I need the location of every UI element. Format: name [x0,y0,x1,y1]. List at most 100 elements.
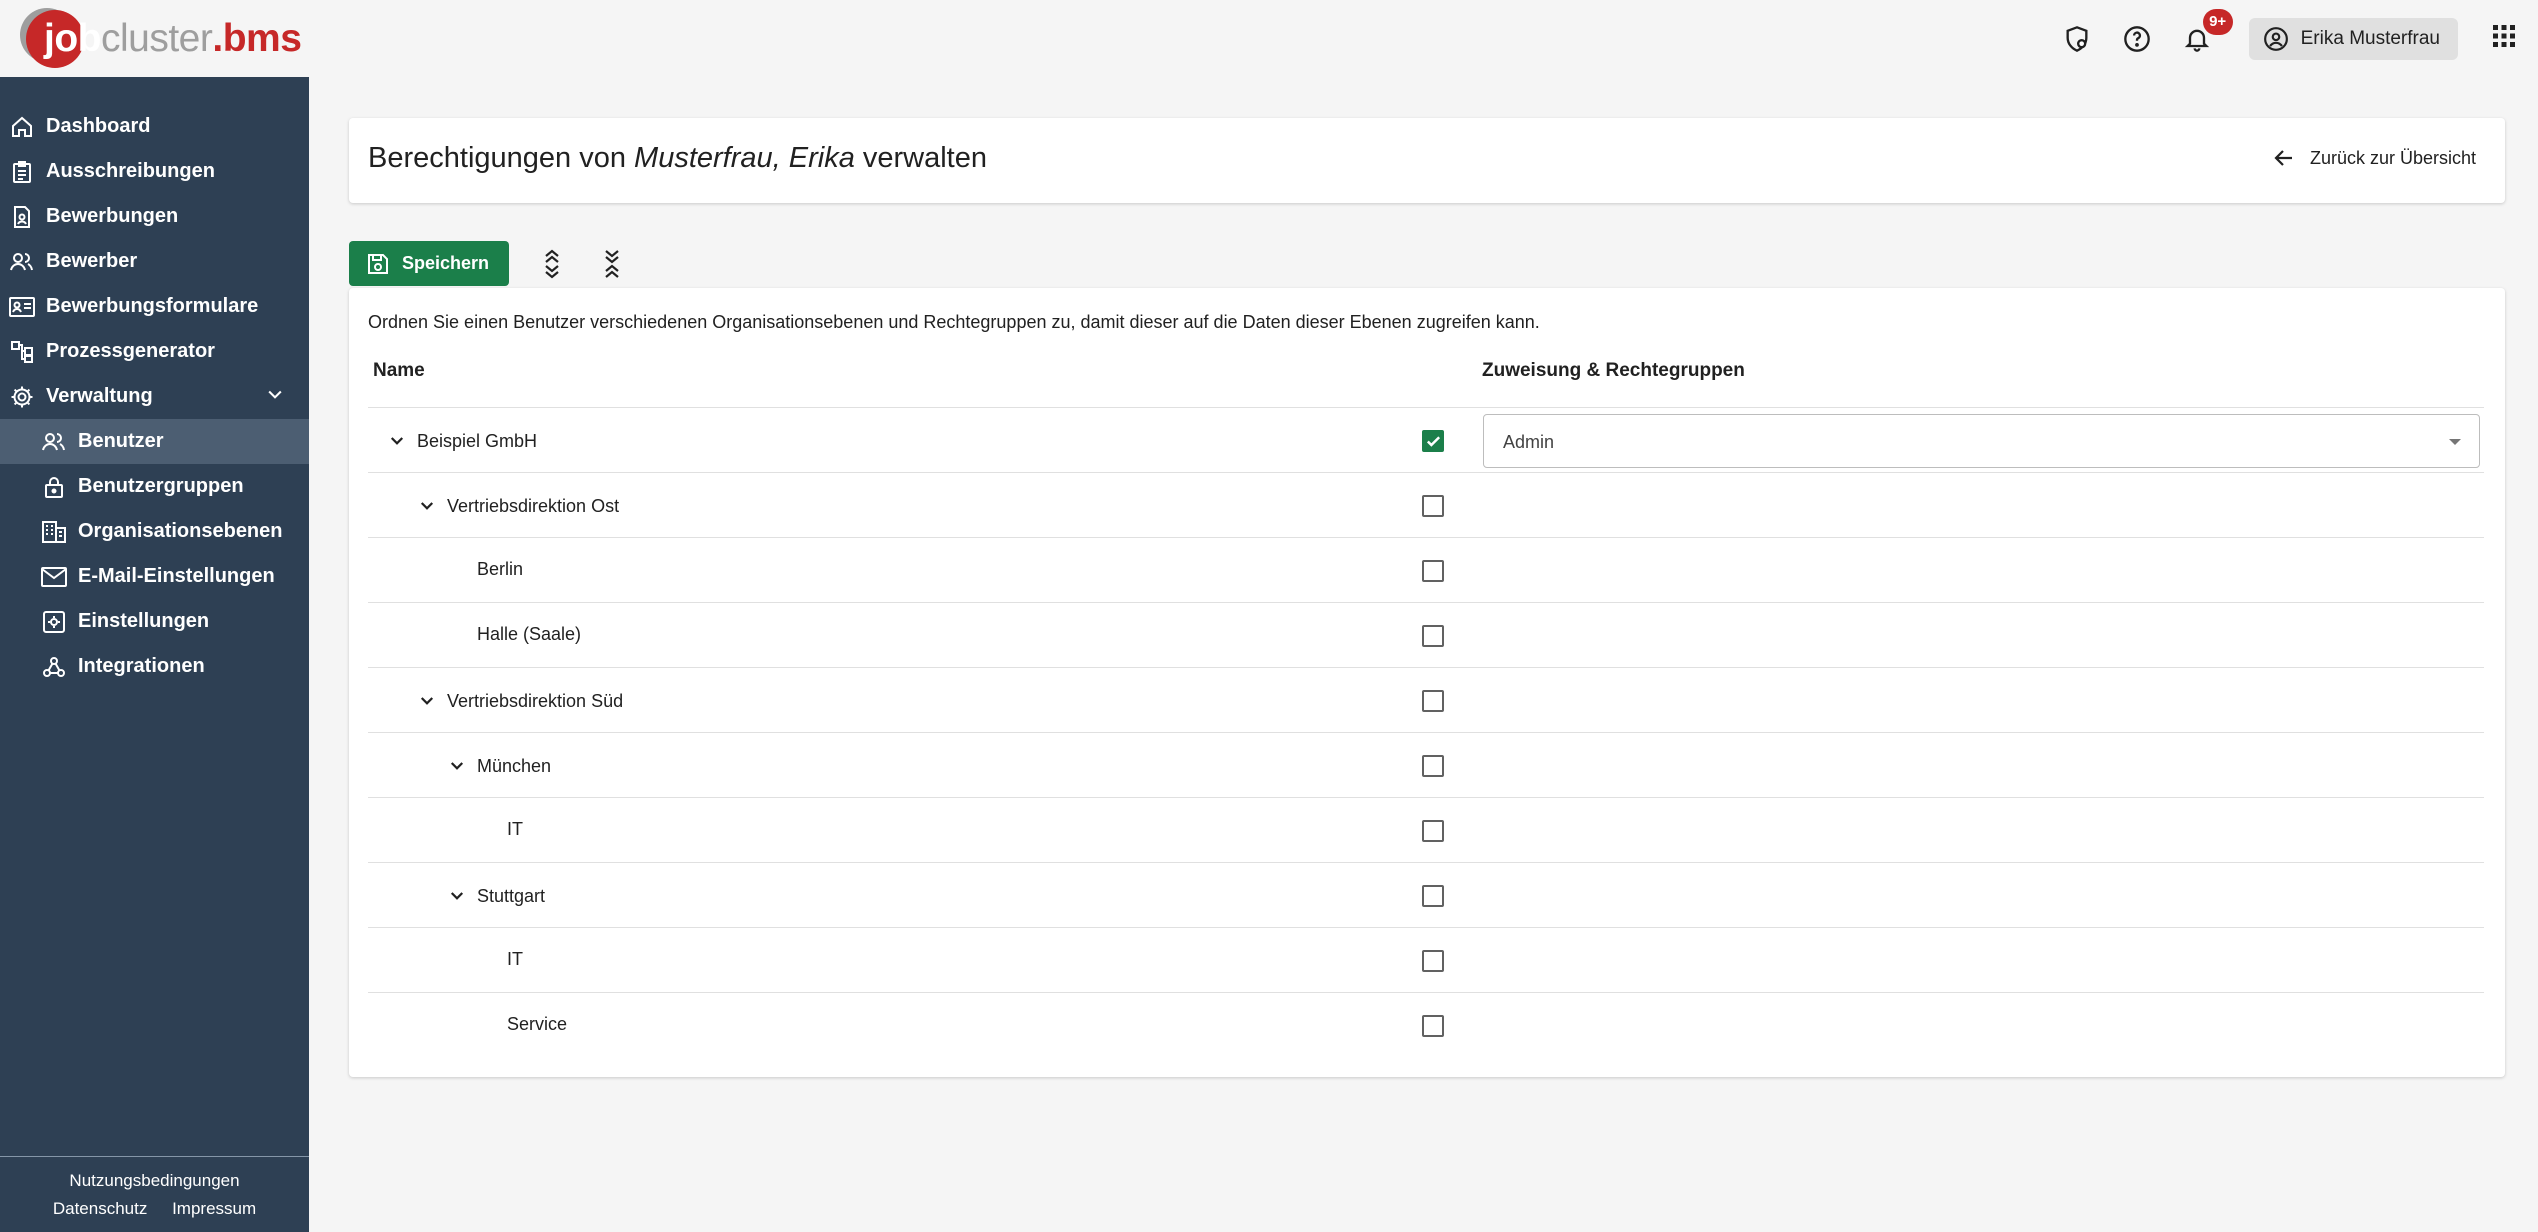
chevron-down-icon[interactable] [415,494,439,518]
table-row: IT [368,797,2484,862]
collapse-all-icon[interactable] [595,247,629,281]
assignment-checkbox[interactable] [1422,820,1444,842]
org-name: Stuttgart [477,885,546,906]
sidebar-item-label: Benutzer [78,430,164,452]
sidebar-item-email-einstellungen[interactable]: E-Mail-Einstellungen [0,554,309,599]
org-name: Vertriebsdirektion Ost [447,495,620,516]
sidebar-item-label: Prozessgenerator [46,340,215,362]
sidebar-item-label: Ausschreibungen [46,160,215,182]
flow-icon [8,338,36,366]
org-name: Vertriebsdirektion Süd [447,690,624,711]
sidebar-item-label: Einstellungen [78,610,210,632]
help-icon[interactable] [2119,21,2155,57]
sidebar-nav: Dashboard Ausschreibungen Bewerbungen Be… [0,77,309,689]
assignment-checkbox[interactable] [1422,1015,1444,1037]
back-label: Zurück zur Übersicht [2309,147,2476,168]
assignment-checkbox[interactable] [1422,495,1444,517]
role-select-value: Admin [1503,432,1555,452]
sidebar-item-label: Bewerber [46,250,138,272]
clipboard-icon [8,158,36,186]
page-title-name: Musterfrau, Erika [634,142,855,174]
logo-text-cluster: cluster [100,17,213,60]
document-user-icon [8,203,36,231]
back-to-overview-link[interactable]: Zurück zur Übersicht [2272,146,2476,170]
table-row: Stuttgart [368,862,2484,927]
role-select[interactable]: Admin [1483,414,2480,468]
apps-grid-icon[interactable] [2492,24,2516,53]
caret-down-icon [2449,439,2461,445]
users-icon [40,428,68,456]
chevron-down-icon[interactable] [445,884,469,908]
sidebar-item-bewerbungen[interactable]: Bewerbungen [0,194,309,239]
assignment-checkbox[interactable] [1422,950,1444,972]
logo-text-job: job [44,17,101,60]
logo-text-dot: . [212,17,223,60]
save-button[interactable]: Speichern [349,241,510,286]
home-icon [8,113,36,141]
user-name: Erika Musterfrau [2300,27,2440,49]
save-label: Speichern [402,253,490,273]
settings-box-icon [40,608,68,636]
assignment-checkbox[interactable] [1422,690,1444,712]
table-row: Halle (Saale) [368,602,2484,667]
page-title-card: Berechtigungen von Musterfrau, Erika ver… [349,118,2505,203]
privacy-link[interactable]: Datenschutz [53,1199,148,1218]
org-tree-table: Beispiel GmbH Admin Vertriebsdirektion O… [368,407,2484,1057]
users-icon [8,248,36,276]
id-card-icon [8,293,36,321]
chevron-down-icon[interactable] [415,689,439,713]
bell-icon[interactable]: 9+ [2179,8,2233,57]
floppy-disk-icon [368,253,388,274]
table-row: München [368,732,2484,797]
chevron-down-icon [265,384,285,410]
assignment-checkbox[interactable] [1422,560,1444,582]
permissions-card: Ordnen Sie einen Benutzer verschiedenen … [349,288,2505,1077]
chevron-down-icon[interactable] [445,754,469,778]
org-name: IT [507,949,523,969]
assignment-checkbox[interactable] [1422,885,1444,907]
sidebar-item-label: Bewerbungen [46,205,179,227]
sidebar-item-integrationen[interactable]: Integrationen [0,644,309,689]
sidebar-item-bewerber[interactable]: Bewerber [0,239,309,284]
page-title: Berechtigungen von Musterfrau, Erika ver… [368,142,987,175]
assignment-checkbox[interactable] [1422,625,1444,647]
sidebar-item-benutzer[interactable]: Benutzer [0,419,309,464]
table-row: Berlin [368,537,2484,602]
sidebar-item-verwaltung[interactable]: Verwaltung [0,374,309,419]
column-header-name: Name [373,360,425,381]
sidebar-item-ausschreibungen[interactable]: Ausschreibungen [0,149,309,194]
sidebar-item-prozessgenerator[interactable]: Prozessgenerator [0,329,309,374]
mail-icon [40,563,68,591]
assignment-checkbox[interactable] [1422,430,1444,452]
sidebar-item-label: Integrationen [78,655,205,677]
org-name: IT [507,819,523,839]
sidebar-item-label: Verwaltung [46,385,153,407]
sidebar-item-organisationsebenen[interactable]: Organisationsebenen [0,509,309,554]
column-header-assignment: Zuweisung & Rechtegruppen [1482,360,1745,381]
page-title-suffix: verwalten [854,142,987,174]
expand-all-icon[interactable] [535,247,569,281]
imprint-link[interactable]: Impressum [172,1199,256,1218]
org-name: Halle (Saale) [477,624,582,644]
shield-icon[interactable] [2059,21,2095,57]
assignment-checkbox[interactable] [1422,755,1444,777]
sidebar-item-label: Benutzergruppen [78,475,244,497]
terms-link[interactable]: Nutzungsbedingungen [69,1171,239,1190]
chevron-down-icon[interactable] [385,429,409,453]
page-title-prefix: Berechtigungen von [368,142,635,174]
table-row: IT [368,927,2484,992]
sidebar-item-bewerbungsformulare[interactable]: Bewerbungsformulare [0,284,309,329]
sidebar-item-dashboard[interactable]: Dashboard [0,104,309,149]
header-actions: 9+ Erika Musterfrau [2059,0,2538,77]
toolbar: Speichern [349,241,629,286]
user-menu-button[interactable]: Erika Musterfrau [2248,17,2458,60]
building-icon [40,518,68,546]
sidebar-item-benutzergruppen[interactable]: Benutzergruppen [0,464,309,509]
jobcluster-logo[interactable]: job cluster. bms [26,8,302,70]
org-name: Beispiel GmbH [417,430,538,451]
sidebar-item-einstellungen[interactable]: Einstellungen [0,599,309,644]
table-header: Name Zuweisung & Rechtegruppen [368,360,2484,408]
webhook-icon [40,653,68,681]
sidebar-item-label: Organisationsebenen [78,520,283,542]
org-name: München [477,755,552,776]
